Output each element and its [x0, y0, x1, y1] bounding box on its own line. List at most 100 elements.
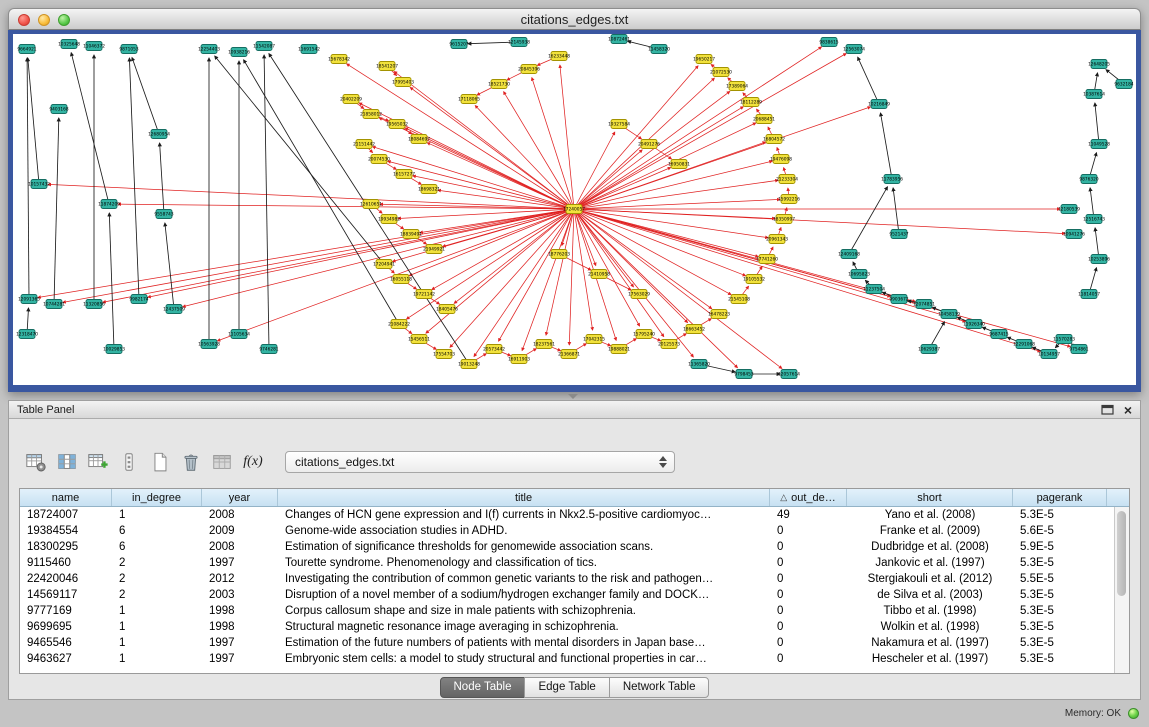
table-settings-button[interactable] — [23, 449, 49, 475]
table-cell[interactable]: Wolkin et al. (1998) — [847, 619, 1013, 635]
table-cell[interactable]: Nakamura et al. (1997) — [847, 635, 1013, 651]
table-row[interactable]: 946554611997Estimation of the future num… — [20, 635, 1129, 651]
graph-edge[interactable] — [38, 209, 574, 298]
table-cell[interactable]: 0 — [770, 635, 847, 651]
graph-node[interactable]: 9615207 — [449, 40, 468, 49]
graph-node[interactable]: 19476098 — [770, 155, 792, 164]
table-cell[interactable]: Hescheler et al. (1997) — [847, 651, 1013, 667]
graph-edge[interactable] — [109, 213, 114, 349]
delete-button[interactable] — [178, 449, 204, 475]
table-row[interactable]: 1830029562008Estimation of significance … — [20, 539, 1129, 555]
graph-node[interactable]: 19721142 — [413, 290, 435, 299]
graph-node[interactable]: 10744281 — [43, 300, 65, 309]
zoom-window-icon[interactable] — [58, 14, 70, 26]
graph-node[interactable]: 10629387 — [918, 345, 940, 354]
table-cell[interactable]: 6 — [112, 539, 202, 555]
graph-node[interactable]: 16478223 — [708, 310, 730, 319]
table-row[interactable]: 2242004622012Investigating the contribut… — [20, 571, 1129, 587]
table-cell[interactable]: 2008 — [202, 539, 278, 555]
graph-node[interactable]: 11542087 — [253, 42, 275, 51]
table-cell[interactable]: 2008 — [202, 507, 278, 523]
graph-node[interactable]: 12409168 — [838, 250, 860, 259]
graph-node[interactable]: 18084697 — [408, 135, 430, 144]
table-cell[interactable]: 6 — [112, 523, 202, 539]
graph-node[interactable]: 9403168 — [49, 105, 68, 114]
graph-node[interactable]: 10387614 — [1083, 90, 1105, 99]
graph-node[interactable]: 17389064 — [726, 82, 748, 91]
table-cell[interactable]: 1 — [112, 507, 202, 523]
graph-node[interactable]: 9632184 — [1114, 80, 1133, 89]
graph-node[interactable]: 18776203 — [548, 250, 570, 259]
graph-node[interactable]: 12057614 — [778, 370, 800, 379]
table-cell[interactable]: 5.9E-5 — [1013, 539, 1107, 555]
graph-node[interactable]: 21545108 — [728, 295, 750, 304]
graph-node[interactable]: 9558743 — [154, 210, 173, 219]
graph-node[interactable]: 11691542 — [298, 45, 320, 54]
graph-node[interactable]: 21072530 — [710, 68, 732, 77]
graph-node[interactable]: 9664921 — [17, 45, 36, 54]
graph-edge[interactable] — [27, 58, 29, 299]
table-cell[interactable]: 5.3E-5 — [1013, 619, 1107, 635]
graph-edge[interactable] — [499, 209, 575, 341]
table-cell[interactable]: Corpus callosum shape and size in male p… — [278, 603, 770, 619]
graph-node[interactable]: 17554703 — [433, 350, 455, 359]
table-row[interactable]: 1872400712008Changes of HCN gene express… — [20, 507, 1129, 523]
table-cell[interactable]: Jankovic et al. (1997) — [847, 555, 1013, 571]
table-cell[interactable]: Tibbo et al. (1998) — [847, 603, 1013, 619]
graph-node[interactable]: 10872461 — [608, 35, 630, 44]
graph-node[interactable]: 20845396 — [518, 65, 540, 74]
records-button[interactable] — [116, 449, 142, 475]
table-cell[interactable]: 18724007 — [20, 507, 112, 523]
graph-node[interactable]: 18698321 — [418, 185, 440, 194]
graph-node[interactable]: 9838615 — [819, 38, 838, 47]
show-columns-button[interactable] — [54, 449, 80, 475]
table-cell[interactable]: Yano et al. (2008) — [847, 507, 1013, 523]
table-cell[interactable]: Investigating the contribution of common… — [278, 571, 770, 587]
graph-node[interactable]: 15678342 — [328, 55, 350, 64]
column-header-name[interactable]: name — [20, 489, 112, 506]
table-cell[interactable]: 18300295 — [20, 539, 112, 555]
edit-table-button[interactable] — [85, 449, 111, 475]
graph-node[interactable]: 16804572 — [763, 135, 785, 144]
graph-node[interactable]: 20074530 — [368, 155, 390, 164]
graph-node[interactable]: 21949921 — [423, 245, 445, 254]
graph-edge[interactable] — [54, 118, 59, 304]
graph-node[interactable]: 17741260 — [756, 255, 778, 264]
graph-node[interactable]: 9876320 — [1079, 175, 1098, 184]
table-cell[interactable]: 5.3E-5 — [1013, 587, 1107, 603]
graph-node[interactable]: 12563074 — [843, 45, 865, 54]
graph-node[interactable]: 19105532 — [743, 275, 765, 284]
table-cell[interactable]: Tourette syndrome. Phenomenology and cla… — [278, 555, 770, 571]
graph-node[interactable]: 12516743 — [1083, 215, 1105, 224]
graph-node[interactable]: 11320856 — [83, 300, 105, 309]
graph-node[interactable]: 11049528 — [1088, 140, 1110, 149]
graph-edge[interactable] — [165, 223, 174, 309]
column-header-short[interactable]: short — [847, 489, 1013, 506]
graph-edge[interactable] — [858, 57, 879, 104]
graph-node[interactable]: 12180539 — [1058, 205, 1080, 214]
graph-node[interactable]: 12437509 — [163, 305, 185, 314]
graph-node[interactable]: 9687415 — [989, 330, 1008, 339]
graph-node[interactable]: 20402209 — [340, 95, 362, 104]
graph-node[interactable]: 16233448 — [548, 52, 570, 61]
table-cell[interactable]: 1997 — [202, 635, 278, 651]
splitter-handle[interactable] — [568, 394, 578, 399]
graph-edge[interactable] — [48, 184, 574, 209]
float-panel-icon[interactable] — [1101, 404, 1114, 415]
table-row[interactable]: 1938455462009Genome-wide association stu… — [20, 523, 1129, 539]
table-cell[interactable]: Dudbridge et al. (2008) — [847, 539, 1013, 555]
table-cell[interactable]: Structural magnetic resonance image aver… — [278, 619, 770, 635]
graph-node[interactable]: 11874209 — [98, 200, 120, 209]
table-cell[interactable]: 9463627 — [20, 651, 112, 667]
graph-node[interactable]: 12074851 — [913, 300, 935, 309]
graph-node[interactable]: 18839491 — [400, 230, 422, 239]
graph-node[interactable]: 10695823 — [848, 270, 870, 279]
graph-node[interactable]: 9798453 — [734, 370, 753, 379]
table-cell[interactable]: 1997 — [202, 651, 278, 667]
graph-edge[interactable] — [160, 143, 164, 214]
table-cell[interactable]: 0 — [770, 651, 847, 667]
table-cell[interactable]: 0 — [770, 571, 847, 587]
table-cell[interactable]: 1 — [112, 635, 202, 651]
graph-node[interactable]: 12291068 — [1013, 340, 1035, 349]
table-cell[interactable]: Estimation of the future numbers of pati… — [278, 635, 770, 651]
